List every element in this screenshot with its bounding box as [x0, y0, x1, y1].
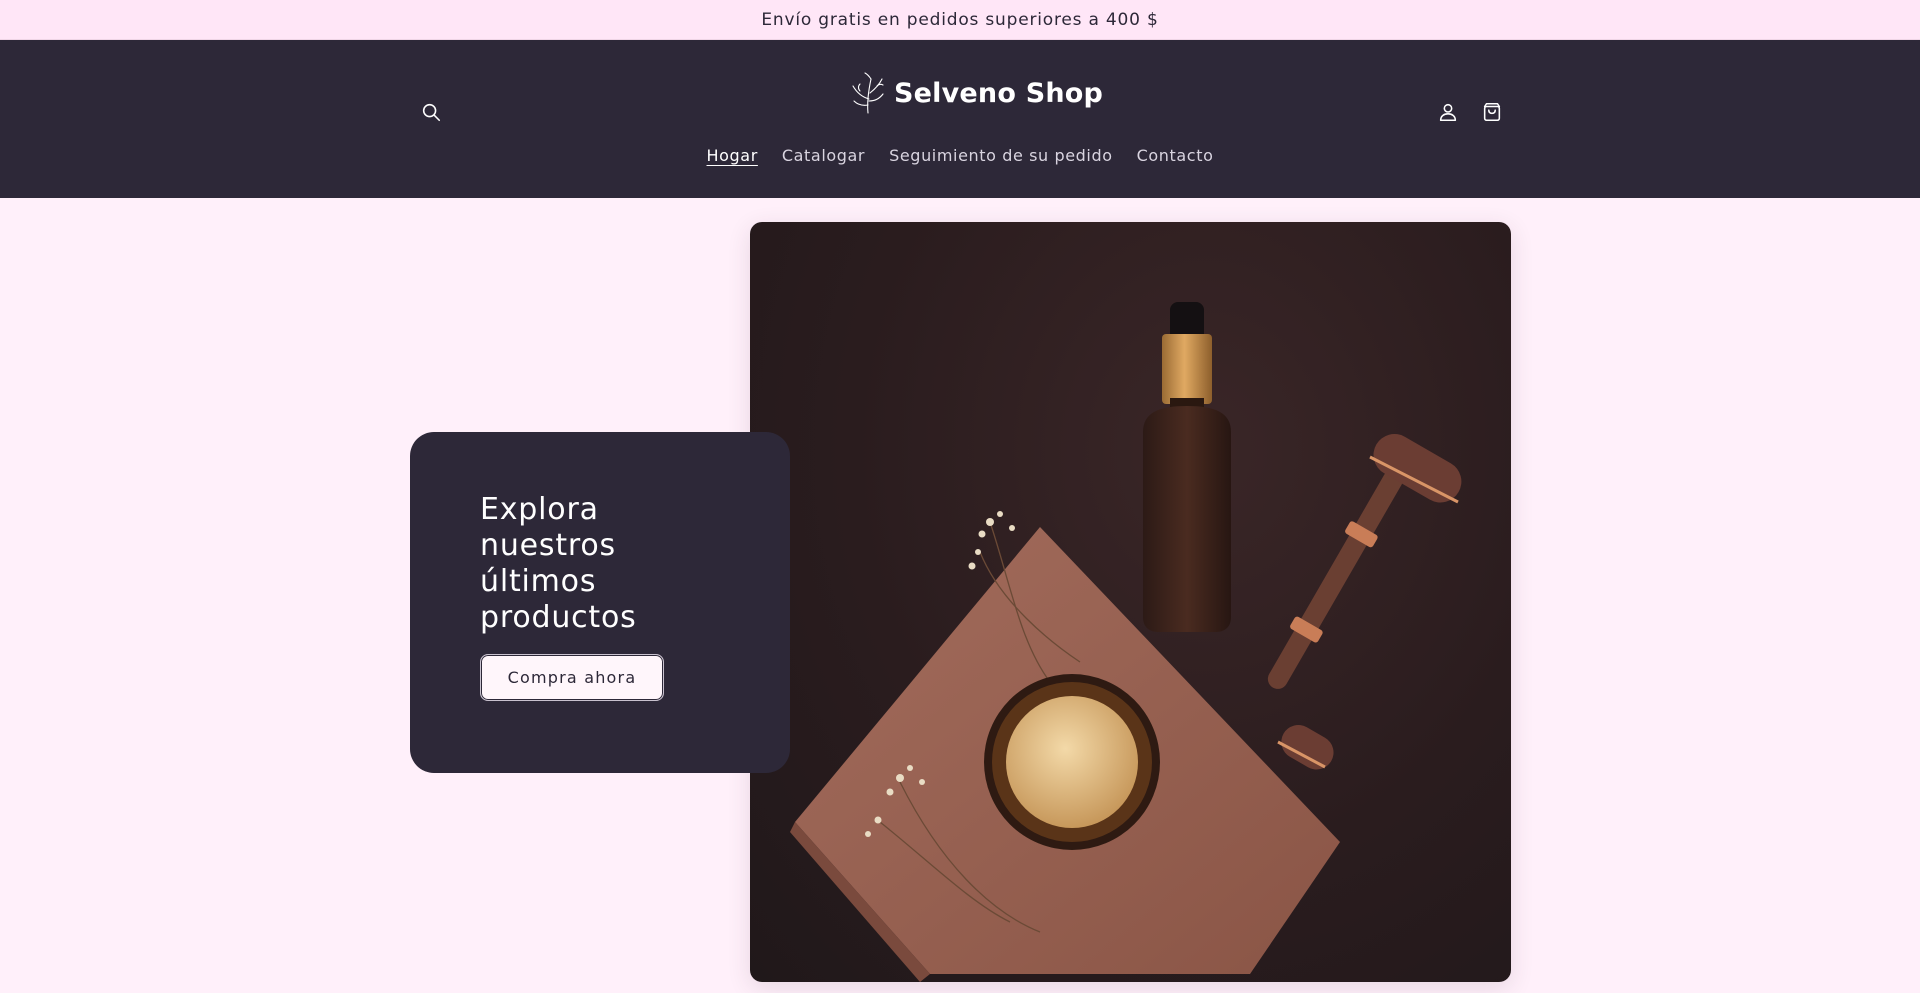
main-nav: Hogar Catalogar Seguimiento de su pedido…	[0, 146, 1920, 165]
hero-product-photo	[790, 302, 1462, 982]
logo-icon	[852, 72, 884, 114]
account-button[interactable]	[1430, 94, 1466, 130]
logo-text: Selveno Shop	[894, 77, 1104, 109]
shop-now-button[interactable]: Compra ahora	[480, 654, 664, 701]
hero-title: Explora nuestros últimos productos	[480, 492, 637, 635]
nav-item-seguimiento[interactable]: Seguimiento de su pedido	[889, 146, 1113, 165]
announcement-bar: Envío gratis en pedidos superiores a 400…	[0, 0, 1920, 40]
nav-item-contacto[interactable]: Contacto	[1137, 146, 1214, 165]
nav-item-hogar[interactable]: Hogar	[707, 146, 758, 165]
hero-image	[750, 222, 1511, 982]
search-button[interactable]	[413, 94, 449, 130]
user-icon	[1439, 103, 1457, 122]
bag-icon	[1483, 102, 1501, 122]
announcement-text: Envío gratis en pedidos superiores a 400…	[761, 9, 1159, 30]
hero-card: Explora nuestros últimos productos Compr…	[410, 432, 790, 773]
cart-button[interactable]	[1474, 94, 1510, 130]
logo[interactable]: Selveno Shop	[848, 70, 1103, 116]
nav-item-catalogar[interactable]: Catalogar	[782, 146, 865, 165]
search-icon	[422, 103, 441, 122]
site-header: Selveno Shop Hogar Catalogar Seguimiento…	[0, 40, 1920, 198]
